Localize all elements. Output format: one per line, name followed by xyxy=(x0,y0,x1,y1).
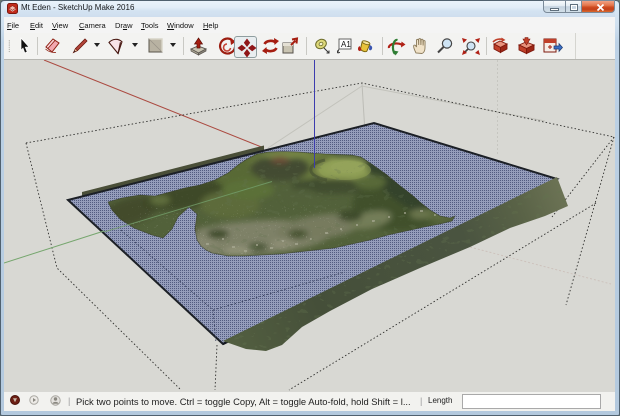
svg-text:A1: A1 xyxy=(341,40,351,49)
